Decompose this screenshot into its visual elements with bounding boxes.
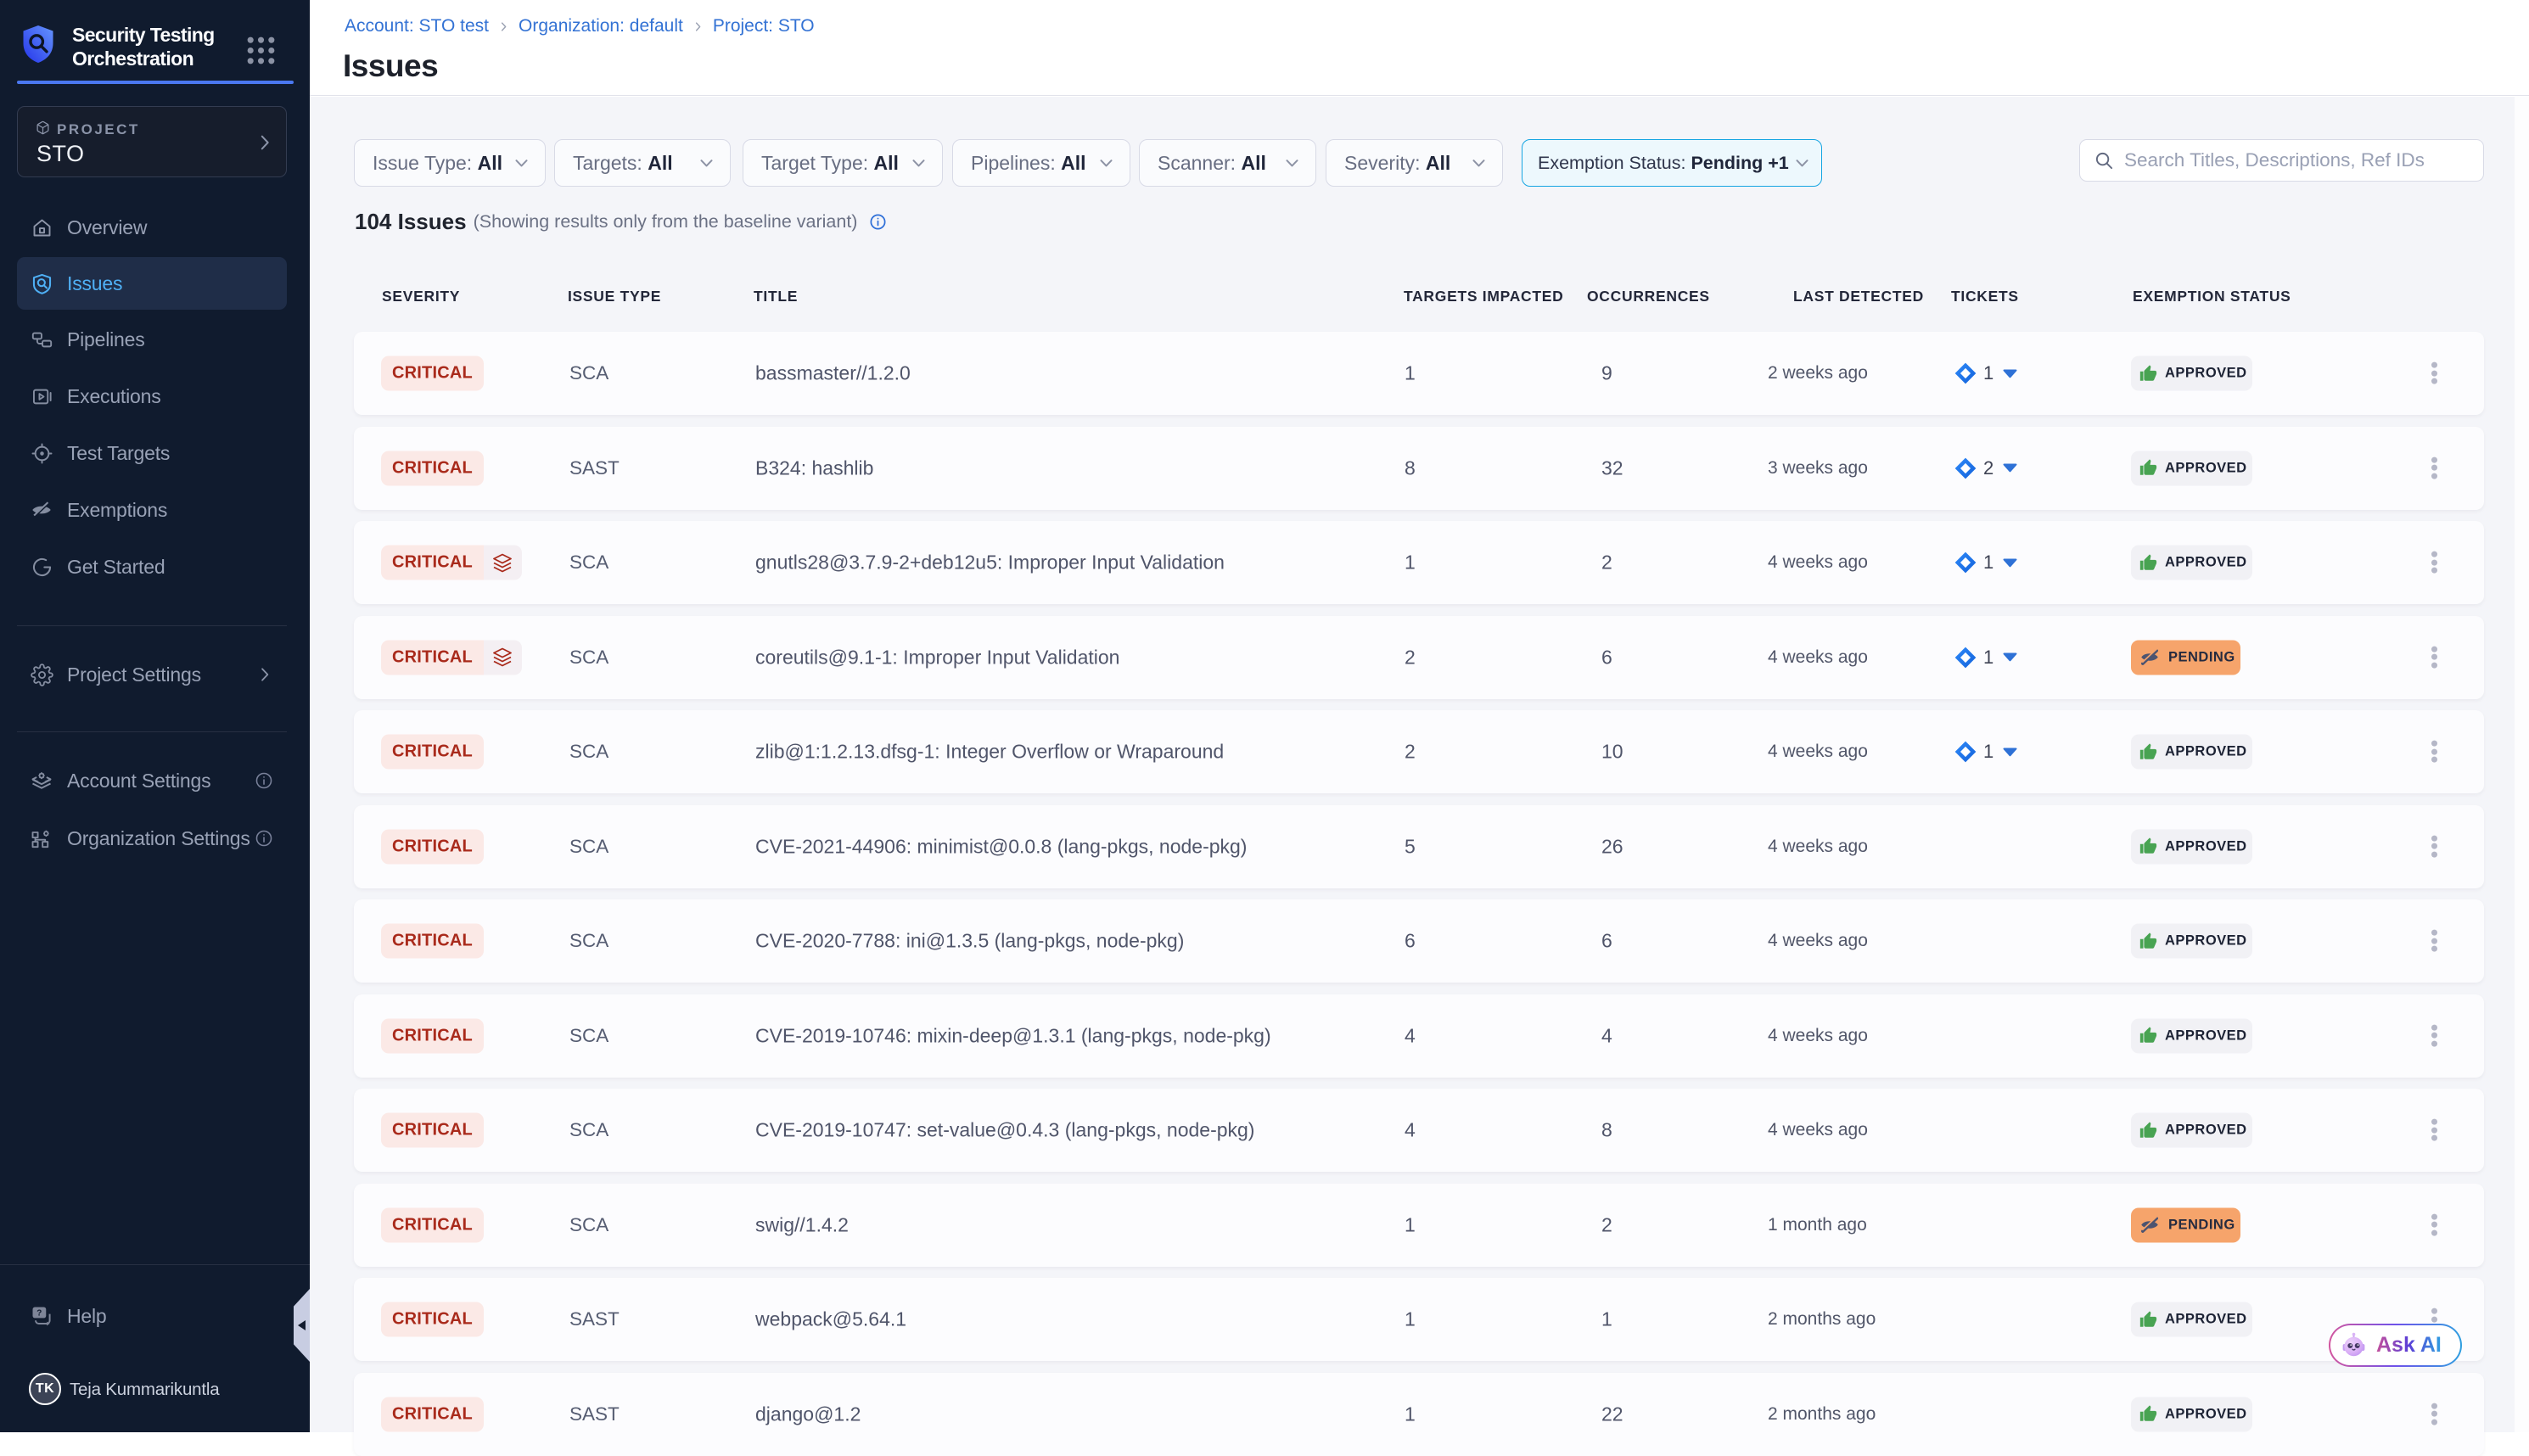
svg-text:?: ? [36, 1309, 42, 1319]
